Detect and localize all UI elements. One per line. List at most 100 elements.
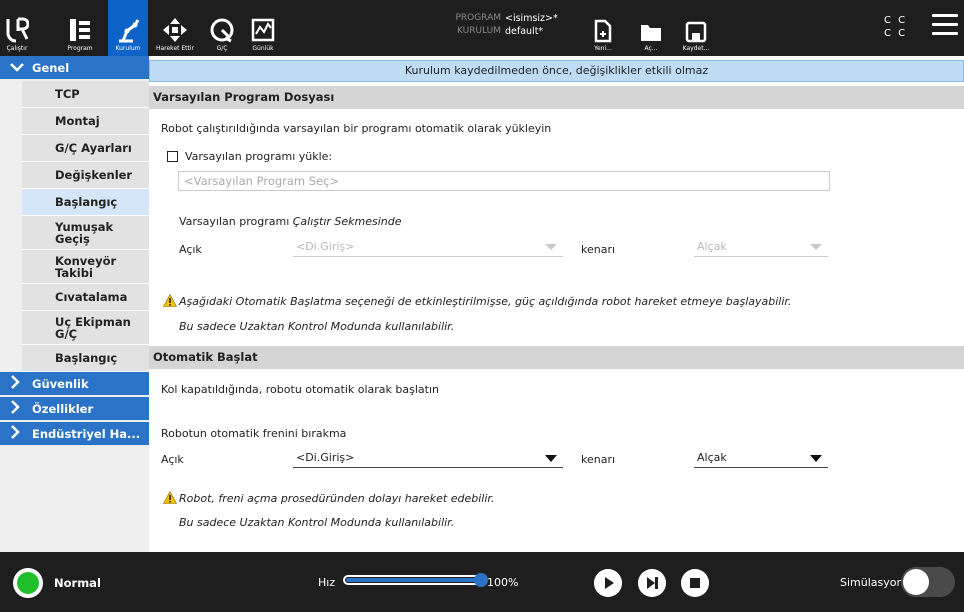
floppy-disk-icon: [685, 21, 707, 43]
run-tab-italic: Çalıştır Sekmesinde: [292, 215, 402, 228]
control-status-cc: C C C C: [884, 14, 907, 40]
run-edge-select[interactable]: Alçak: [694, 237, 828, 257]
new-button[interactable]: Yeni...: [588, 0, 618, 56]
tab-program-label: Program: [67, 45, 93, 52]
open-button-label: Aç...: [644, 45, 658, 52]
move-arrows-icon: [163, 18, 187, 42]
tab-run[interactable]: Çalıştır: [2, 0, 32, 56]
tab-move[interactable]: Hareket Ettir: [150, 0, 200, 56]
brake-input-select-value: <Di.Giriş>: [296, 451, 355, 464]
load-default-program-checkbox[interactable]: [167, 151, 178, 162]
sidebar-item-label: Cıvatalama: [55, 290, 128, 304]
robot-status-label: Normal: [54, 576, 101, 590]
edge-label-2: kenarı: [581, 453, 616, 466]
simulation-toggle-knob: [903, 569, 929, 595]
remote-mode-note-2: Bu sadece Uzaktan Kontrol Modunda kullan…: [179, 516, 455, 529]
speed-slider[interactable]: [343, 573, 488, 587]
sidebar-item-io-setup[interactable]: G/Ç Ayarları: [22, 135, 149, 162]
program-tree-icon: [70, 19, 90, 41]
run-edge-select-value: Alçak: [697, 240, 727, 253]
speed-slider-handle[interactable]: [474, 573, 488, 587]
sidebar-item-tool-io[interactable]: Uç Ekipman G/Ç: [22, 311, 149, 345]
sidebar-category-industrial-label: Endüstriyel Ha...: [32, 426, 141, 441]
ur-logo-icon: [6, 17, 29, 43]
tab-installation[interactable]: Kurulum: [108, 0, 148, 56]
brake-release-label: Robotun otomatik frenini bırakma: [161, 427, 347, 440]
play-button[interactable]: [594, 569, 622, 597]
run-tab-label: Varsayılan programı Çalıştır Sekmesinde: [179, 215, 402, 228]
installation-name: default*: [505, 26, 544, 37]
sidebar-item-home[interactable]: Başlangıç: [22, 345, 149, 372]
unsaved-banner: Kurulum kaydedilmeden önce, değişiklikle…: [149, 60, 964, 82]
simulation-toggle[interactable]: [901, 567, 955, 597]
dropdown-arrow-icon: [810, 244, 822, 250]
sidebar-item-label: TCP: [55, 87, 80, 101]
sidebar-category-features[interactable]: Özellikler: [0, 397, 149, 422]
run-input-select[interactable]: <Di.Giriş>: [293, 237, 563, 257]
run-tab-prefix: Varsayılan programı: [179, 215, 293, 228]
sidebar-item-smooth-transition[interactable]: Yumuşak Geçiş: [22, 216, 149, 250]
autostart-warning: Aşağıdaki Otomatik Başlatma seçeneği de …: [179, 295, 792, 308]
brake-warning: Robot, freni açma prosedüründen dolayı h…: [179, 492, 495, 505]
sidebar-item-tcp[interactable]: TCP: [22, 81, 149, 108]
tab-installation-label: Kurulum: [115, 45, 141, 52]
sidebar-item-screwdriving[interactable]: Cıvatalama: [22, 284, 149, 311]
brake-edge-select[interactable]: Alçak: [694, 448, 828, 468]
run-input-select-value: <Di.Giriş>: [296, 240, 355, 253]
chevron-right-icon: [10, 424, 26, 443]
default-program-field[interactable]: <Varsayılan Program Seç>: [178, 171, 830, 191]
tab-program[interactable]: Program: [60, 0, 100, 56]
sidebar-item-mounting[interactable]: Montaj: [22, 108, 149, 135]
new-file-icon: [594, 19, 612, 43]
open-label: Açık: [179, 243, 202, 256]
tab-log[interactable]: Günlük: [244, 0, 282, 56]
sidebar: Genel TCP Montaj G/Ç Ayarları Değişkenle…: [0, 56, 149, 552]
sidebar-item-label: G/Ç Ayarları: [55, 141, 132, 155]
chevron-right-icon: [10, 374, 26, 393]
section-default-program-title: Varsayılan Program Dosyası: [149, 86, 964, 109]
program-name: <isimsiz>*: [505, 13, 558, 24]
chevron-right-icon: [10, 399, 26, 418]
main-content: Kurulum kaydedilmeden önce, değişiklikle…: [149, 56, 964, 552]
sidebar-item-startup[interactable]: Başlangıç: [22, 189, 149, 216]
sidebar-category-general[interactable]: Genel: [0, 56, 149, 81]
step-button[interactable]: [638, 569, 666, 597]
warning-icon: [163, 491, 177, 504]
speed-value: 100%: [487, 576, 519, 589]
edge-label: kenarı: [581, 243, 616, 256]
brake-input-select[interactable]: <Di.Giriş>: [293, 448, 563, 468]
hamburger-menu-icon[interactable]: [932, 14, 958, 38]
tab-run-label: Çalıştır: [6, 45, 28, 52]
stop-button[interactable]: [681, 569, 709, 597]
sidebar-category-safety[interactable]: Güvenlik: [0, 372, 149, 397]
sidebar-item-conveyor-tracking[interactable]: Konveyör Takibi: [22, 250, 149, 284]
sidebar-item-variables[interactable]: Değişkenler: [22, 162, 149, 189]
tab-log-label: Günlük: [252, 45, 274, 52]
chevron-down-icon: [10, 60, 26, 76]
autostart-description: Kol kapatıldığında, robotu otomatik olar…: [161, 383, 439, 396]
open-button[interactable]: Aç...: [636, 0, 666, 56]
log-chart-icon: [251, 18, 275, 42]
sidebar-category-general-label: Genel: [32, 60, 70, 75]
dropdown-arrow-icon: [810, 455, 822, 462]
tab-io[interactable]: G/Ç: [205, 0, 239, 56]
cc-row-1: C C: [884, 15, 908, 26]
save-button[interactable]: Kaydet...: [680, 0, 712, 56]
footer-bar: Normal Hız 100% Simülasyon: [0, 552, 964, 612]
speed-label: Hız: [318, 576, 336, 589]
tab-move-label: Hareket Ettir: [155, 45, 195, 52]
robot-status-icon[interactable]: [13, 568, 43, 598]
cc-row-2: C C: [884, 28, 908, 39]
tab-io-label: G/Ç: [216, 45, 228, 52]
open-label-2: Açık: [161, 453, 184, 466]
section-autostart-title: Otomatik Başlat: [149, 346, 964, 369]
sidebar-item-label: Başlangıç: [55, 351, 118, 365]
sidebar-item-label: Başlangıç: [55, 195, 118, 209]
new-button-label: Yeni...: [594, 45, 612, 52]
save-button-label: Kaydet...: [682, 45, 710, 52]
sidebar-category-industrial[interactable]: Endüstriyel Ha...: [0, 422, 149, 447]
sidebar-category-safety-label: Güvenlik: [32, 376, 89, 391]
default-program-description: Robot çalıştırıldığında varsayılan bir p…: [161, 122, 552, 135]
dropdown-arrow-icon: [545, 455, 557, 462]
sidebar-item-label: Uç Ekipman G/Ç: [55, 314, 131, 341]
